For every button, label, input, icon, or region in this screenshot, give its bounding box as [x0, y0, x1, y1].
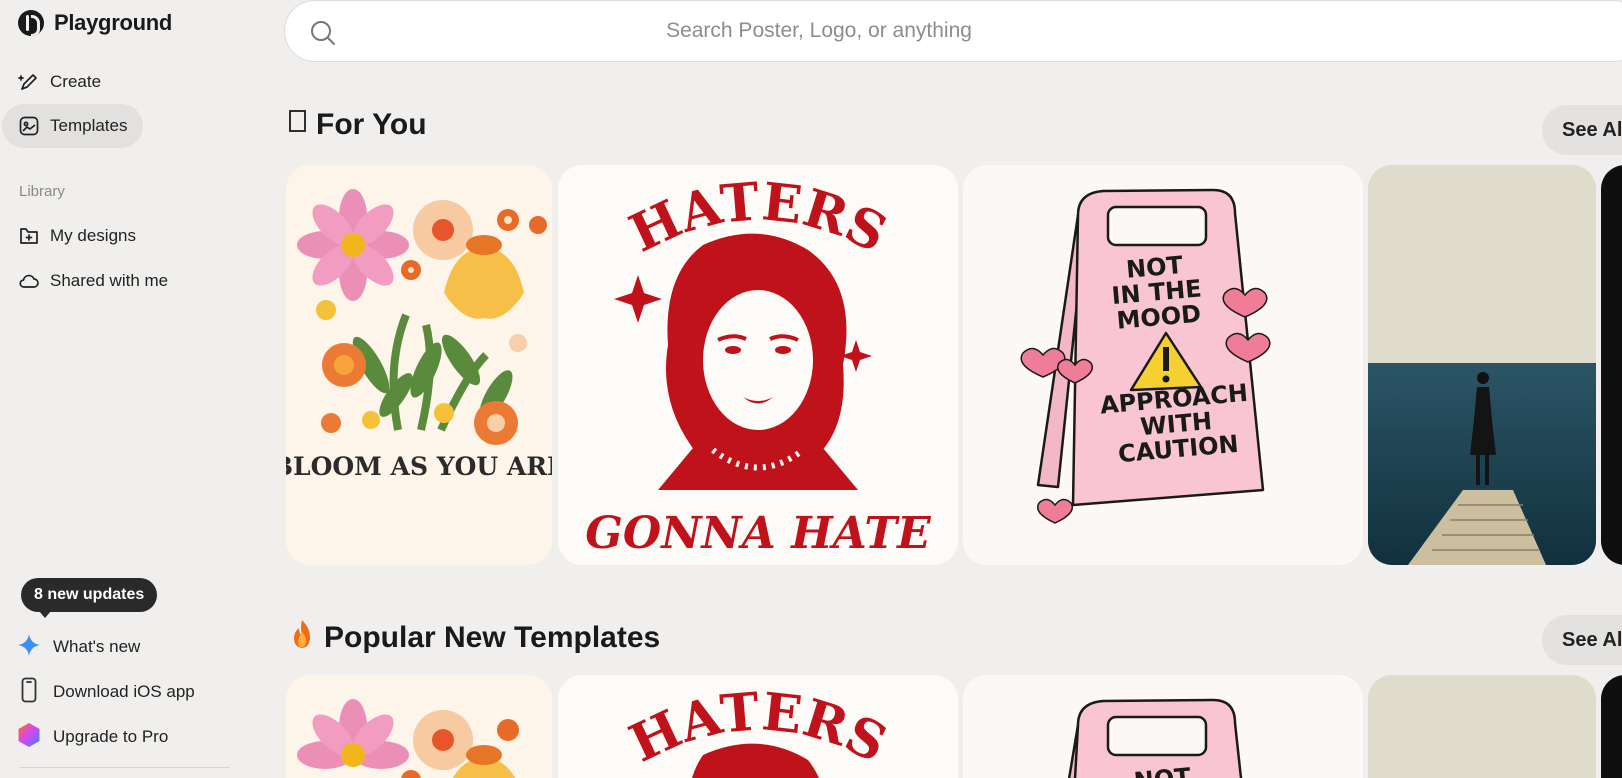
pencil-sparkle-icon: [18, 71, 40, 93]
template-card-pier[interactable]: [1368, 165, 1596, 565]
section-popular-title: Popular New Templates: [288, 618, 660, 658]
nav-templates[interactable]: Templates: [2, 104, 144, 148]
bloom-text: BLOOM AS YOU ARE: [286, 452, 552, 481]
nav-shared-with-me[interactable]: Shared with me: [2, 259, 184, 303]
see-all-button[interactable]: See All: [1542, 615, 1622, 665]
upgrade-pro-link[interactable]: Upgrade to Pro: [16, 719, 168, 755]
nav-create-label: Create: [50, 72, 102, 91]
sparkle-icon: [16, 632, 42, 663]
nav-my-designs[interactable]: My designs: [2, 214, 152, 258]
template-card-dark[interactable]: [1601, 165, 1622, 565]
see-all-button[interactable]: See All: [1542, 105, 1622, 155]
template-card-caution[interactable]: NOT IN THE MOOD APPROACH WITH CAUTION: [963, 165, 1363, 565]
haters-artwork: HATERS GONNA HATE: [585, 171, 932, 559]
template-card-bloom[interactable]: BLOOM AS YOU ARE: [286, 165, 552, 565]
square-glyph-icon: [288, 108, 308, 142]
library-label: Library: [19, 183, 65, 200]
folder-plus-icon: [18, 225, 40, 247]
template-card-dark[interactable]: [1601, 675, 1622, 778]
pier-photo: [1368, 165, 1596, 565]
app-name: Playground: [54, 10, 173, 35]
upgrade-label: Upgrade to Pro: [53, 727, 169, 746]
fire-icon: [288, 618, 316, 658]
download-ios-link[interactable]: Download iOS app: [16, 674, 195, 710]
nav-my-designs-label: My designs: [50, 226, 136, 245]
section-title-text: For You: [316, 108, 427, 141]
search-bar[interactable]: [284, 0, 1622, 62]
playground-logo-icon: [18, 10, 44, 36]
nav-shared-label: Shared with me: [50, 271, 169, 290]
template-card-haters[interactable]: HATERS: [558, 675, 958, 778]
search-input[interactable]: [285, 1, 1622, 61]
nav-create[interactable]: Create: [2, 60, 117, 104]
cloud-icon: [18, 270, 40, 292]
haters-bottom-text: GONNA HATE: [585, 508, 932, 559]
bloom-artwork: [297, 699, 519, 778]
section-for-you-title: For You: [288, 108, 427, 142]
whats-new-link[interactable]: What's new: [16, 629, 140, 665]
nav-templates-label: Templates: [50, 116, 128, 135]
phone-icon: [16, 677, 42, 708]
templates-icon: [18, 115, 40, 137]
caution-artwork: NOT: [1067, 698, 1243, 778]
search-icon: [309, 19, 337, 52]
template-card-bloom[interactable]: [286, 675, 552, 778]
whats-new-label: What's new: [53, 637, 141, 656]
download-ios-label: Download iOS app: [53, 682, 195, 701]
bloom-artwork: BLOOM AS YOU ARE: [286, 189, 552, 481]
sidebar-divider: [20, 767, 230, 768]
template-card-caution[interactable]: NOT: [963, 675, 1363, 778]
section-title-text: Popular New Templates: [324, 621, 661, 654]
template-card-haters[interactable]: HATERS GONNA HATE: [558, 165, 958, 565]
sidebar: Playground Create Templates Library My d…: [0, 0, 270, 778]
template-card-pier[interactable]: [1368, 675, 1596, 778]
brand[interactable]: Playground: [18, 10, 172, 36]
caution-artwork: NOT IN THE MOOD APPROACH WITH CAUTION: [1020, 188, 1271, 524]
updates-badge[interactable]: 8 new updates: [21, 578, 158, 618]
pro-gem-icon: [16, 722, 42, 753]
haters-artwork: HATERS: [621, 681, 896, 778]
